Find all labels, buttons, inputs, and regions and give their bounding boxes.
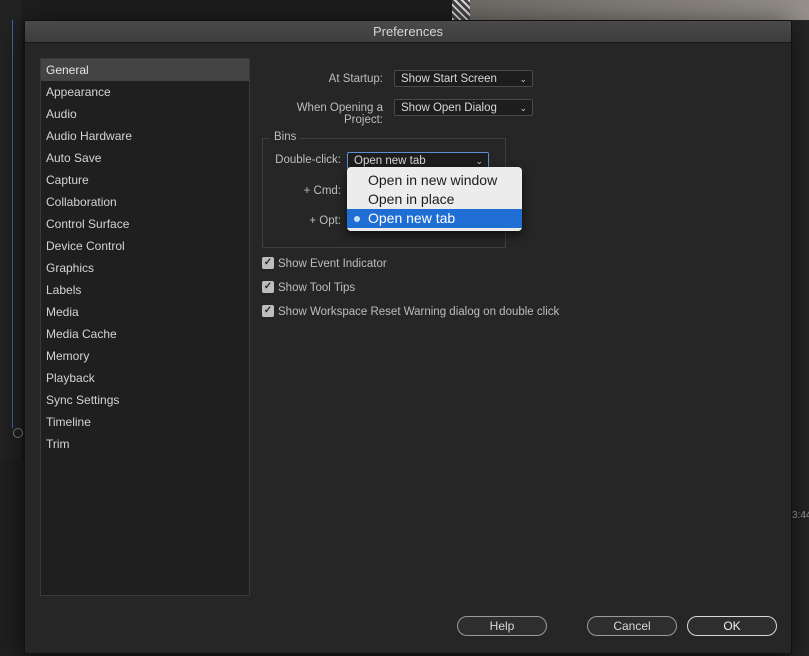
sidebar-item-appearance[interactable]: Appearance — [41, 81, 249, 103]
sidebar-item-memory[interactable]: Memory — [41, 345, 249, 367]
background-right-panel — [790, 20, 809, 656]
popup-option-open-in-new-window[interactable]: Open in new window — [347, 171, 522, 190]
cancel-button[interactable]: Cancel — [587, 616, 677, 636]
checkmark-icon[interactable]: ✓ — [262, 280, 274, 293]
background-playhead-line — [12, 20, 13, 428]
sidebar-item-auto-save[interactable]: Auto Save — [41, 147, 249, 169]
preferences-dialog: Preferences General Appearance Audio Aud… — [24, 20, 792, 654]
checkmark-icon[interactable]: ✓ — [262, 304, 274, 317]
sidebar-item-device-control[interactable]: Device Control — [41, 235, 249, 257]
popup-option-open-new-tab[interactable]: Open new tab — [347, 209, 522, 228]
popup-option-open-in-place[interactable]: Open in place — [347, 190, 522, 209]
background-hatch — [452, 0, 470, 20]
sidebar-item-media[interactable]: Media — [41, 301, 249, 323]
sidebar-item-capture[interactable]: Capture — [41, 169, 249, 191]
double-click-popup-menu: Open in new window Open in place Open ne… — [347, 167, 522, 231]
background-circle-icon — [13, 428, 23, 438]
sidebar-item-graphics[interactable]: Graphics — [41, 257, 249, 279]
sidebar-item-collaboration[interactable]: Collaboration — [41, 191, 249, 213]
checkmark-icon[interactable]: ✓ — [262, 256, 274, 269]
show-tool-tips-row[interactable]: ✓ Show Tool Tips — [262, 280, 356, 295]
ok-button[interactable]: OK — [687, 616, 777, 636]
sidebar-item-audio-hardware[interactable]: Audio Hardware — [41, 125, 249, 147]
sidebar-item-trim[interactable]: Trim — [41, 433, 249, 455]
opening-project-dropdown-value: Show Open Dialog — [401, 102, 497, 114]
chevron-down-icon: ⌄ — [519, 74, 527, 84]
sidebar-item-audio[interactable]: Audio — [41, 103, 249, 125]
opening-project-dropdown[interactable]: Show Open Dialog ⌄ — [394, 99, 533, 116]
cmd-label: + Cmd: — [303, 185, 341, 197]
bins-title: Bins — [270, 131, 301, 143]
show-event-indicator-row[interactable]: ✓ Show Event Indicator — [262, 256, 387, 271]
show-workspace-reset-warning-row[interactable]: ✓ Show Workspace Reset Warning dialog on … — [262, 304, 560, 319]
preferences-sidebar: General Appearance Audio Audio Hardware … — [40, 58, 250, 596]
chevron-down-icon: ⌄ — [519, 103, 527, 113]
sidebar-item-labels[interactable]: Labels — [41, 279, 249, 301]
help-button[interactable]: Help — [457, 616, 547, 636]
popup-option-label: Open new tab — [368, 210, 456, 226]
checkbox-label: Show Workspace Reset Warning dialog on d… — [278, 306, 560, 318]
sidebar-item-timeline[interactable]: Timeline — [41, 411, 249, 433]
opt-label: + Opt: — [309, 215, 341, 227]
double-click-label: Double-click: — [275, 154, 341, 166]
sidebar-item-control-surface[interactable]: Control Surface — [41, 213, 249, 235]
startup-dropdown-value: Show Start Screen — [401, 73, 497, 85]
sidebar-item-playback[interactable]: Playback — [41, 367, 249, 389]
double-click-dropdown-value: Open new tab — [354, 155, 426, 167]
background-timecode: 3:44 — [792, 510, 809, 521]
sidebar-item-sync-settings[interactable]: Sync Settings — [41, 389, 249, 411]
radio-dot-icon — [354, 216, 360, 222]
sidebar-item-general[interactable]: General — [41, 59, 249, 81]
startup-label: At Startup: — [328, 73, 383, 85]
sidebar-item-media-cache[interactable]: Media Cache — [41, 323, 249, 345]
checkbox-label: Show Event Indicator — [278, 258, 387, 270]
opening-project-label: When Opening a Project: — [296, 102, 383, 126]
checkbox-label: Show Tool Tips — [278, 282, 356, 294]
dialog-title: Preferences — [25, 21, 791, 43]
background-top-panel — [22, 0, 452, 20]
startup-dropdown[interactable]: Show Start Screen ⌄ — [394, 70, 533, 87]
